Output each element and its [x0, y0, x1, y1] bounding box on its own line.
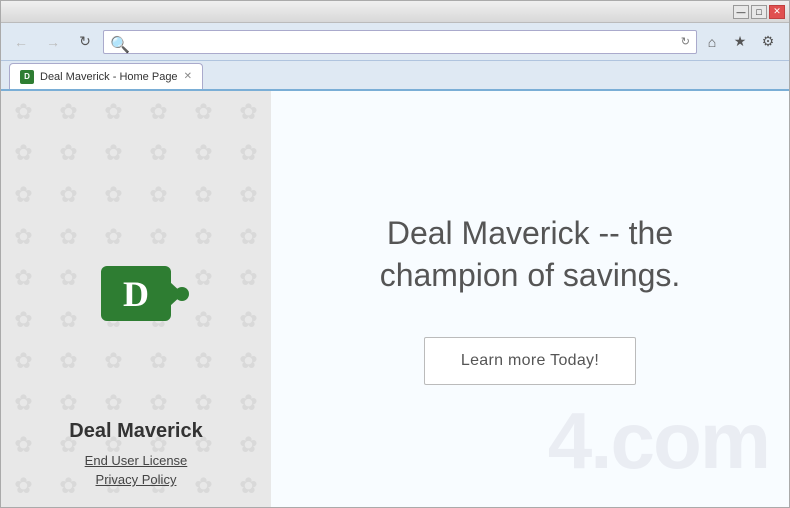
forward-button[interactable]: →	[39, 28, 67, 56]
maximize-button[interactable]: □	[751, 5, 767, 19]
back-button[interactable]: ←	[7, 28, 35, 56]
close-button[interactable]: ✕	[769, 5, 785, 19]
pattern-cell: ✿	[181, 133, 226, 175]
pattern-cell: ✿	[136, 174, 181, 216]
pattern-cell: ✿	[226, 174, 271, 216]
pattern-cell: ✿	[1, 341, 46, 383]
main-heading: Deal Maverick -- the champion of savings…	[380, 213, 681, 296]
heading-line1: Deal Maverick -- the	[387, 215, 673, 251]
address-security-icon: 🔍	[110, 35, 124, 49]
privacy-link[interactable]: Privacy Policy	[96, 472, 177, 487]
sidebar-links: Deal Maverick End User License Privacy P…	[69, 420, 202, 487]
heading-line2: champion of savings.	[380, 257, 681, 293]
address-refresh-icon[interactable]: ↻	[681, 35, 690, 48]
pattern-cell: ✿	[46, 216, 91, 258]
pattern-cell: ✿	[91, 174, 136, 216]
pattern-cell: ✿	[226, 133, 271, 175]
pattern-cell: ✿	[181, 91, 226, 133]
pattern-cell: ✿	[91, 341, 136, 383]
pattern-cell: ✿	[181, 382, 226, 424]
pattern-cell: ✿	[1, 174, 46, 216]
pattern-cell: ✿	[1, 465, 46, 507]
pattern-cell: ✿	[91, 133, 136, 175]
main-content: 4.com Deal Maverick -- the champion of s…	[271, 91, 789, 507]
pattern-cell: ✿	[226, 465, 271, 507]
pattern-cell: ✿	[136, 91, 181, 133]
pattern-cell: ✿	[181, 341, 226, 383]
logo-badge: D	[101, 266, 171, 321]
pattern-cell: ✿	[91, 382, 136, 424]
pattern-cell: ✿	[136, 341, 181, 383]
toolbar-actions: ⌂ ★ ⚙	[701, 31, 783, 53]
favorites-button[interactable]: ★	[729, 31, 751, 53]
refresh-button[interactable]: ↻	[71, 28, 99, 56]
browser-window: — □ ✕ ← → ↻ 🔍 ↻ ⌂ ★ ⚙ D	[0, 0, 790, 508]
pattern-cell: ✿	[46, 91, 91, 133]
pattern-cell: ✿	[1, 91, 46, 133]
pattern-cell: ✿	[46, 257, 91, 299]
pattern-cell: ✿	[181, 174, 226, 216]
sidebar: ✿ ✿ ✿ ✿ ✿ ✿ ✿ ✿ ✿ ✿ ✿ ✿ ✿ ✿ ✿ ✿ ✿ ✿ ✿ ✿	[1, 91, 271, 507]
pattern-cell: ✿	[181, 299, 226, 341]
watermark: 4.com	[548, 395, 769, 487]
pattern-cell: ✿	[91, 216, 136, 258]
window-controls: — □ ✕	[733, 5, 785, 19]
tab-close-button[interactable]: ✕	[184, 71, 192, 82]
pattern-cell: ✿	[46, 382, 91, 424]
logo-container: D	[101, 266, 171, 321]
home-button[interactable]: ⌂	[701, 31, 723, 53]
pattern-cell: ✿	[46, 341, 91, 383]
logo-letter: D	[123, 273, 149, 315]
pattern-cell: ✿	[1, 424, 46, 466]
pattern-cell: ✿	[226, 424, 271, 466]
pattern-cell: ✿	[226, 216, 271, 258]
pattern-cell: ✿	[226, 257, 271, 299]
pattern-cell: ✿	[1, 257, 46, 299]
settings-button[interactable]: ⚙	[757, 31, 779, 53]
tab-title: Deal Maverick - Home Page	[40, 71, 178, 83]
tab-favicon: D	[20, 70, 34, 84]
address-bar[interactable]: 🔍 ↻	[103, 30, 697, 54]
active-tab[interactable]: D Deal Maverick - Home Page ✕	[9, 63, 203, 89]
tab-bar: D Deal Maverick - Home Page ✕	[1, 61, 789, 91]
pattern-cell: ✿	[136, 216, 181, 258]
sidebar-app-title: Deal Maverick	[69, 420, 202, 443]
address-input[interactable]	[128, 36, 677, 48]
pattern-cell: ✿	[1, 216, 46, 258]
pattern-cell: ✿	[91, 91, 136, 133]
pattern-cell: ✿	[46, 174, 91, 216]
pattern-cell: ✿	[226, 91, 271, 133]
pattern-cell: ✿	[226, 382, 271, 424]
learn-more-button[interactable]: Learn more Today!	[424, 337, 636, 385]
pattern-cell: ✿	[1, 299, 46, 341]
pattern-cell: ✿	[136, 133, 181, 175]
pattern-cell: ✿	[1, 382, 46, 424]
pattern-cell: ✿	[46, 299, 91, 341]
pattern-cell: ✿	[46, 133, 91, 175]
pattern-cell: ✿	[226, 299, 271, 341]
browser-toolbar: ← → ↻ 🔍 ↻ ⌂ ★ ⚙	[1, 23, 789, 61]
pattern-cell: ✿	[181, 216, 226, 258]
pattern-cell: ✿	[136, 382, 181, 424]
content-area: ✿ ✿ ✿ ✿ ✿ ✿ ✿ ✿ ✿ ✿ ✿ ✿ ✿ ✿ ✿ ✿ ✿ ✿ ✿ ✿	[1, 91, 789, 507]
pattern-cell: ✿	[226, 341, 271, 383]
minimize-button[interactable]: —	[733, 5, 749, 19]
eula-link[interactable]: End User License	[85, 453, 188, 468]
title-bar: — □ ✕	[1, 1, 789, 23]
pattern-cell: ✿	[1, 133, 46, 175]
